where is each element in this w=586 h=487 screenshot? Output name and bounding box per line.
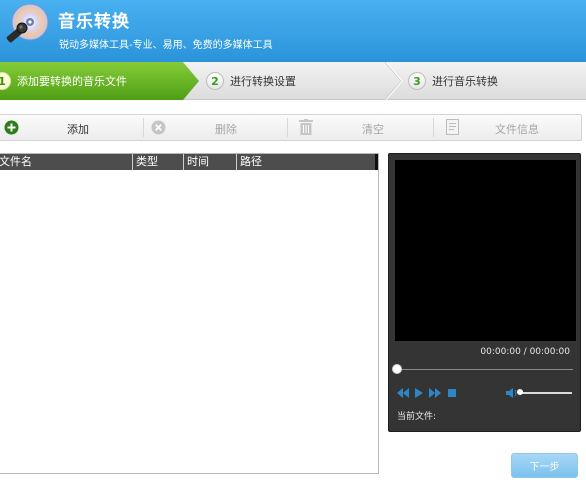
column-divider[interactable] <box>183 154 184 170</box>
file-info-button[interactable]: 文件信息 <box>434 115 581 140</box>
clear-button[interactable]: 清空 <box>288 115 433 140</box>
video-preview <box>395 160 576 341</box>
volume-track[interactable] <box>520 392 572 394</box>
column-divider[interactable] <box>236 154 237 170</box>
column-header-time[interactable]: 时间 <box>187 155 209 169</box>
file-list-header: 文件名 类型 时间 路径 <box>0 154 378 170</box>
rewind-icon[interactable] <box>396 387 410 399</box>
app-logo-icon <box>6 3 49 43</box>
media-player-panel: 00:00:00 / 00:00:00 当前文件: <box>388 153 581 432</box>
column-divider[interactable] <box>132 154 133 170</box>
volume-icon[interactable] <box>505 387 518 399</box>
progress-track[interactable] <box>397 369 573 370</box>
header-edge <box>375 154 378 170</box>
delete-button-label: 删除 <box>215 123 237 136</box>
music-converter-window: 音乐转换 锐动多媒体工具-专业、易用、免费的多媒体工具 1 添加要转换的音乐文件… <box>0 0 586 487</box>
progress-slider-handle[interactable] <box>392 364 402 374</box>
delete-icon <box>151 120 166 135</box>
add-button[interactable]: 添加 <box>0 115 143 140</box>
step-1-number: 1 <box>0 72 11 90</box>
delete-button[interactable]: 删除 <box>144 115 287 140</box>
column-header-filename[interactable]: 文件名 <box>0 155 32 169</box>
column-header-type[interactable]: 类型 <box>136 155 158 169</box>
stop-icon[interactable] <box>447 387 457 399</box>
play-icon[interactable] <box>414 387 424 399</box>
step-1-add-files[interactable]: 1 添加要转换的音乐文件 <box>0 62 127 100</box>
file-list-table[interactable]: 文件名 类型 时间 路径 <box>0 153 379 474</box>
next-step-button[interactable]: 下一步 <box>511 453 578 478</box>
step-2-label: 进行转换设置 <box>230 75 296 88</box>
time-display: 00:00:00 / 00:00:00 <box>480 347 570 357</box>
step-1-label: 添加要转换的音乐文件 <box>17 75 127 88</box>
file-toolbar: 添加 删除 清空 文件信息 <box>0 114 582 141</box>
clear-button-label: 清空 <box>362 123 384 136</box>
app-subtitle: 锐动多媒体工具-专业、易用、免费的多媒体工具 <box>59 40 273 51</box>
current-file-label: 当前文件: <box>397 412 437 422</box>
step-3-label: 进行音乐转换 <box>432 75 498 88</box>
step-3-convert[interactable]: 3 进行音乐转换 <box>408 62 498 100</box>
file-info-icon <box>446 119 459 135</box>
trash-icon <box>299 119 313 135</box>
step-2-settings[interactable]: 2 进行转换设置 <box>206 62 296 100</box>
volume-slider-handle[interactable] <box>517 389 523 395</box>
add-button-label: 添加 <box>67 123 89 136</box>
column-header-path[interactable]: 路径 <box>240 155 262 169</box>
app-header: 音乐转换 锐动多媒体工具-专业、易用、免费的多媒体工具 <box>0 0 586 62</box>
add-icon <box>4 120 19 135</box>
file-info-button-label: 文件信息 <box>495 123 539 136</box>
wizard-steps: 1 添加要转换的音乐文件 2 进行转换设置 3 进行音乐转换 <box>0 62 586 100</box>
step-2-number: 2 <box>206 72 224 90</box>
step-3-number: 3 <box>408 72 426 90</box>
fast-forward-icon[interactable] <box>428 387 442 399</box>
file-list-body[interactable] <box>0 170 378 473</box>
app-title: 音乐转换 <box>58 12 130 32</box>
